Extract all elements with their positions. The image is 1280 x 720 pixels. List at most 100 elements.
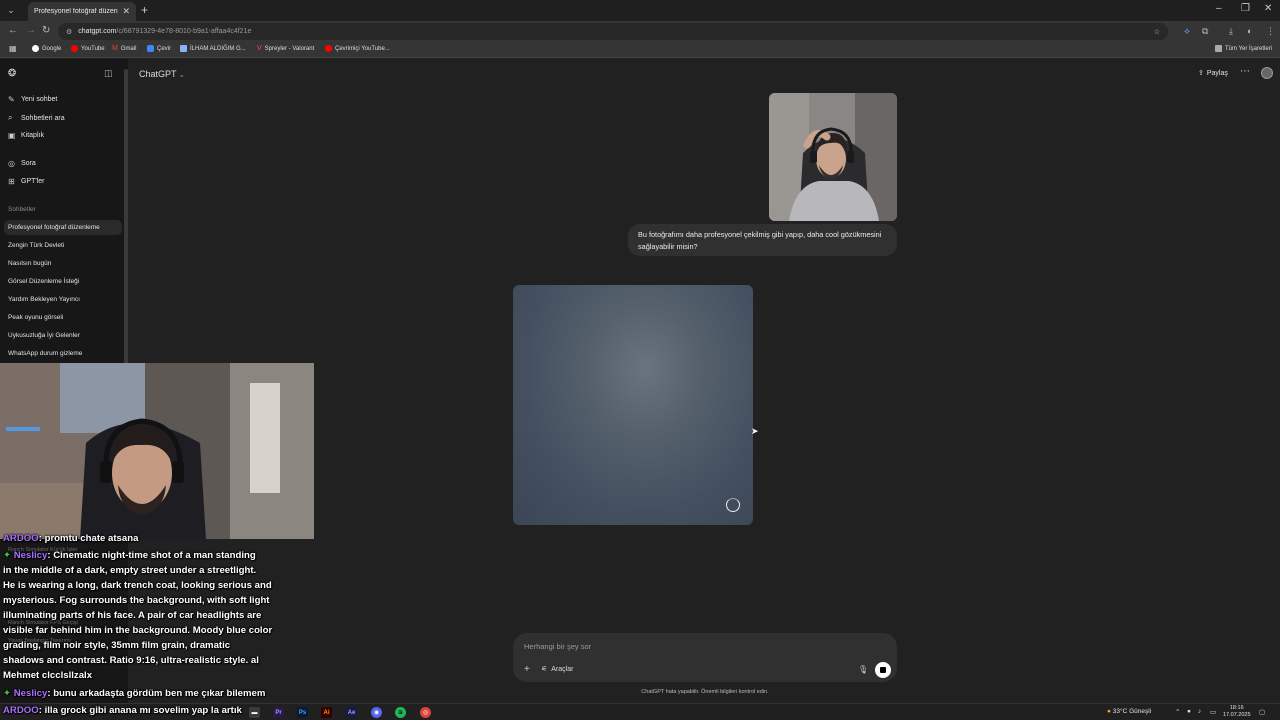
folder-icon: [180, 45, 187, 52]
spotify-icon[interactable]: ≋: [395, 707, 406, 718]
stop-generating-button[interactable]: [875, 662, 891, 678]
sidebar-toggle-icon[interactable]: ◫: [104, 68, 113, 79]
chat-username: Neslicy: [13, 550, 48, 561]
chat-item[interactable]: Peak oyunu görseli: [4, 310, 122, 325]
download-icon[interactable]: ⤓: [1229, 26, 1233, 37]
extension-icon[interactable]: ⟡: [1184, 26, 1190, 37]
taskbar-app-icon[interactable]: ▬: [249, 707, 260, 718]
site-info-icon[interactable]: ⚙: [66, 28, 72, 36]
composer-input[interactable]: Herhangi bir şey sor: [524, 642, 591, 651]
premiere-icon[interactable]: Pr: [273, 707, 284, 718]
more-options-icon[interactable]: ⋯: [1240, 66, 1250, 77]
grid-icon: ⊞: [8, 177, 15, 186]
chat-item[interactable]: Profesyonel fotoğraf düzenleme: [4, 220, 122, 235]
minimize-icon[interactable]: –: [1216, 3, 1222, 14]
bookmark-ilham[interactable]: İLHAM ALDIĞIM G...: [180, 45, 246, 52]
sidebar-item-label: Kitaplık: [21, 132, 44, 139]
bookmark-label: Çevir: [157, 45, 172, 52]
chat-item[interactable]: Nasılsın bugün: [4, 256, 122, 271]
extensions-puzzle-icon[interactable]: ⧉: [1202, 26, 1208, 37]
chat-item[interactable]: Görsel Düzenleme İsteği: [4, 274, 122, 289]
chrome-icon[interactable]: ◎: [420, 707, 431, 718]
profile-icon[interactable]: ◐: [1247, 26, 1252, 36]
sidebar-scrollbar[interactable]: [124, 69, 128, 369]
new-tab-icon[interactable]: +: [141, 3, 148, 17]
address-bar[interactable]: ⚙ chatgpt.com/c/68791329-4e78-8010-b9a1-…: [58, 23, 1168, 40]
after-effects-icon[interactable]: Ae: [346, 707, 357, 718]
google-icon: [32, 45, 39, 52]
bookmark-youtube-online[interactable]: Çevrimiçi YouTube...: [325, 45, 390, 52]
chat-text: : illa grock gibi anana mı sovelim yap l…: [38, 705, 242, 716]
stop-icon: [880, 667, 886, 673]
all-bookmarks[interactable]: Tüm Yer İşaretleri: [1215, 45, 1272, 52]
user-uploaded-photo[interactable]: [769, 93, 897, 221]
translate-icon: [147, 45, 154, 52]
bookmark-translate[interactable]: Çevir: [147, 45, 171, 52]
window-close-icon[interactable]: ✕: [1264, 3, 1272, 14]
taskbar-clock[interactable]: 18:16 17.07.2025: [1223, 705, 1251, 719]
bookmark-google[interactable]: Google: [32, 45, 61, 52]
sidebar-gpts[interactable]: ⊞ GPT'ler: [8, 177, 45, 186]
tab-close-icon[interactable]: ✕: [122, 6, 130, 17]
tools-button[interactable]: ⚟ Araçlar: [541, 665, 573, 674]
bookmark-valorant[interactable]: V Spreyler - Valorant: [257, 45, 314, 52]
bookmark-gmail[interactable]: M Gmail: [112, 45, 137, 52]
chat-item[interactable]: WhatsApp durum gizleme: [4, 346, 122, 361]
photoshop-icon[interactable]: Ps: [297, 707, 308, 718]
sidebar-new-chat[interactable]: ✎ Yeni sohbet: [8, 95, 57, 104]
share-label: Paylaş: [1206, 70, 1228, 77]
tray-monitor-icon[interactable]: ▭: [1210, 708, 1216, 716]
sidebar-sora[interactable]: ◎ Sora: [8, 159, 36, 168]
bookmark-star-icon[interactable]: ☆: [1154, 28, 1160, 36]
chat-message-cont: visible far behind him in the background…: [3, 625, 273, 636]
sliders-icon: ⚟: [541, 666, 548, 673]
model-selector[interactable]: ChatGPT ⌄: [139, 69, 185, 79]
webcam-illustration: [0, 363, 314, 539]
valorant-icon: V: [257, 45, 262, 52]
tab-search-icon[interactable]: ⌄: [4, 3, 18, 17]
sidebar-library[interactable]: ▣ Kitaplık: [8, 131, 44, 140]
gmail-icon: M: [112, 45, 118, 52]
tab-title: Profesyonel fotoğraf düzenleme: [34, 8, 118, 15]
tray-speaker-icon[interactable]: ♪: [1198, 708, 1201, 715]
loading-spinner-icon: [726, 498, 740, 512]
openai-logo-icon[interactable]: ❂: [8, 68, 16, 79]
share-button[interactable]: ⇪ Paylaş: [1198, 69, 1228, 77]
disclaimer-text: ChatGPT hata yapabilir. Önemli bilgileri…: [641, 689, 769, 695]
chat-message-cont: grading, film noir style, 35mm film grai…: [3, 640, 231, 651]
sidebar-item-label: Sora: [21, 160, 36, 167]
sidebar-item-label: GPT'ler: [21, 178, 45, 185]
chat-item[interactable]: Zengin Türk Devleti: [4, 238, 122, 253]
clock-time: 18:16: [1229, 705, 1244, 711]
forward-icon[interactable]: →: [26, 25, 36, 36]
avatar[interactable]: [1261, 67, 1273, 79]
apps-grid-icon[interactable]: ▦: [9, 44, 17, 53]
weather-widget[interactable]: ● 33°C Güneşli: [1107, 708, 1151, 715]
pencil-icon: ✎: [8, 95, 15, 104]
maximize-icon[interactable]: ❐: [1241, 3, 1250, 14]
microphone-icon[interactable]: 🎙: [858, 665, 868, 674]
bookmark-label: İLHAM ALDIĞIM G...: [190, 45, 246, 52]
bookmark-youtube[interactable]: YouTube: [71, 45, 105, 52]
chat-item[interactable]: Uykusuzluğa İyi Gelenler: [4, 328, 122, 343]
folder-icon: [1215, 45, 1222, 52]
tray-mic-icon[interactable]: ●: [1187, 708, 1191, 715]
url-domain: chatgpt.com: [78, 28, 117, 35]
discord-icon[interactable]: ◉: [371, 707, 382, 718]
attach-plus-icon[interactable]: +: [524, 664, 530, 675]
sidebar-search-chats[interactable]: ⌕ Sohbetleri ara: [8, 113, 65, 123]
illustrator-icon[interactable]: Ai: [321, 707, 332, 718]
reload-icon[interactable]: ↻: [42, 25, 50, 36]
chat-item[interactable]: Yardım Bekleyen Yayıncı: [4, 292, 122, 307]
sun-icon: ●: [1107, 708, 1111, 715]
message-composer[interactable]: Herhangi bir şey sor + ⚟ Araçlar 🎙: [513, 633, 897, 682]
sora-icon: ◎: [8, 159, 15, 168]
notification-icon[interactable]: ▢: [1259, 708, 1265, 716]
bookmarks-bar: ▦ Google YouTube M Gmail Çevir İLHAM ALDI…: [0, 42, 1280, 58]
chat-username: ARDOO: [3, 705, 39, 716]
tray-chevron-icon[interactable]: ⌃: [1175, 708, 1180, 716]
back-icon[interactable]: ←: [8, 25, 18, 36]
browser-tab-active[interactable]: Profesyonel fotoğraf düzenleme ✕: [28, 2, 136, 21]
browser-menu-icon[interactable]: ⋮: [1266, 26, 1275, 37]
stream-chat-overlay: Ranch Simulator Küçük İşler Ranch Simula…: [0, 533, 320, 703]
